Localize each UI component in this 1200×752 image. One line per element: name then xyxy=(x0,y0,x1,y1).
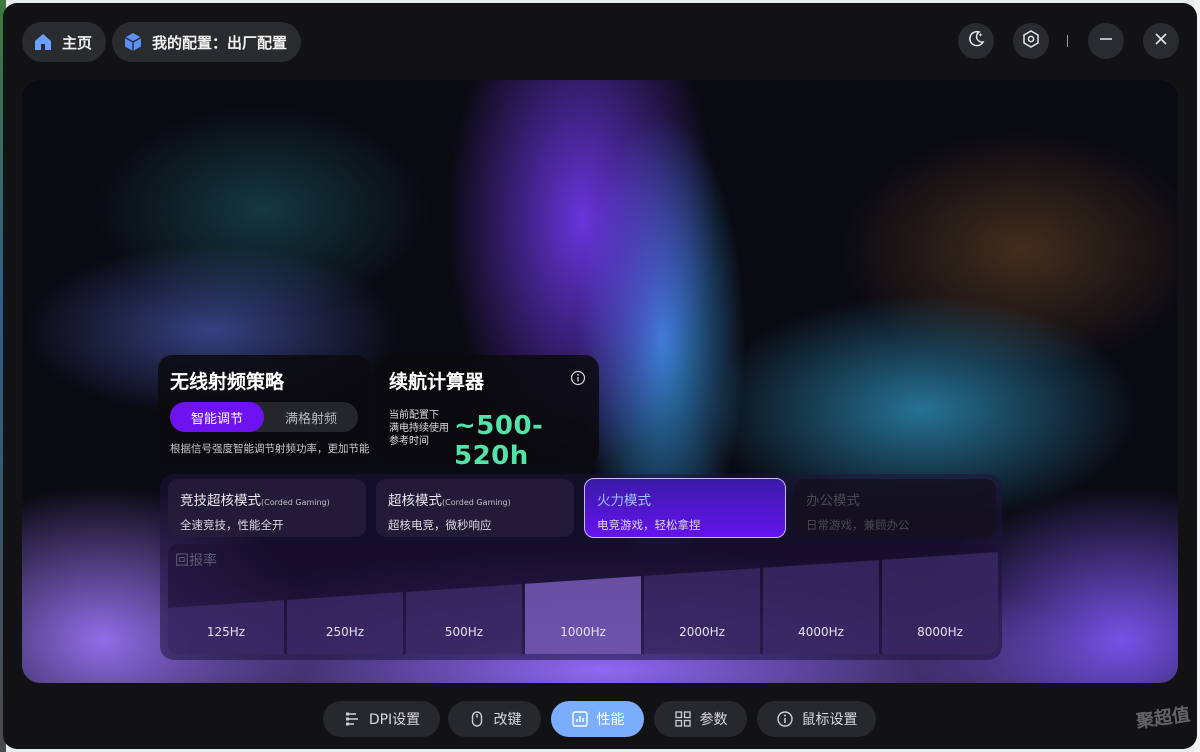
polling-rate-option[interactable] xyxy=(287,592,403,654)
nav-label: 参数 xyxy=(699,712,728,728)
rf-description: 根据信号强度智能调节射频功率，更加节能 xyxy=(170,443,370,455)
settings-button[interactable] xyxy=(1013,23,1049,59)
polling-rate-label: 250Hz xyxy=(326,625,364,639)
polling-rate-option[interactable] xyxy=(525,576,641,654)
performance-chart-icon xyxy=(571,710,589,728)
mode-tag: (Corded Gaming) xyxy=(442,498,511,507)
rf-card-title: 无线射频策略 xyxy=(170,371,285,393)
theme-toggle-button[interactable] xyxy=(958,23,994,59)
nav-mouse-settings[interactable]: 鼠标设置 xyxy=(757,701,876,737)
mode-title: 办公模式 xyxy=(806,493,860,509)
polling-rate-section: 回报率 125Hz 250Hz 500Hz 1000Hz 2000Hz 4000Hz 800… xyxy=(168,544,998,654)
mode-desc: 全速竞技，性能全开 xyxy=(180,518,284,532)
minimize-icon xyxy=(1098,31,1114,51)
grid-icon xyxy=(674,710,692,728)
home-button[interactable]: 主页 xyxy=(22,22,107,62)
battery-card-title: 续航计算器 xyxy=(389,371,485,393)
polling-rate-option[interactable] xyxy=(644,568,760,654)
polling-rate-label: 2000Hz xyxy=(679,625,725,639)
polling-rate-label: 1000Hz xyxy=(560,625,606,639)
nav-label: 改键 xyxy=(493,712,522,728)
dpi-sliders-icon xyxy=(343,710,361,728)
battery-line: 满电持续使用 xyxy=(389,423,449,434)
battery-calculator-card: 续航计算器 当前配置下 满电持续使用 参考时间 ~500-520h xyxy=(377,355,599,471)
mode-title: 火力模式 xyxy=(597,493,651,509)
mode-tag: (Corded Gaming) xyxy=(261,498,330,507)
battery-line: 参考时间 xyxy=(389,436,429,447)
polling-rate-selector: 125Hz 250Hz 500Hz 1000Hz 2000Hz 4000Hz 8000Hz xyxy=(168,552,998,654)
info-icon[interactable] xyxy=(570,370,586,386)
battery-context: 当前配置下 满电持续使用 参考时间 xyxy=(389,409,449,448)
mode-desc: 日常游戏，兼顾办公 xyxy=(806,518,910,532)
polling-rate-label: 8000Hz xyxy=(917,625,963,639)
performance-panel: 竞技超核模式(Corded Gaming) 全速竞技，性能全开 超核模式(Cor… xyxy=(160,474,1002,660)
nav-parameters[interactable]: 参数 xyxy=(654,701,747,737)
polling-rate-option[interactable] xyxy=(406,584,522,654)
divider xyxy=(1067,35,1068,47)
mode-ultra[interactable]: 超核模式(Corded Gaming) 超核电竞，微秒响应 xyxy=(376,479,574,537)
rf-option-smart[interactable]: 智能调节 xyxy=(170,402,264,432)
nav-label: DPI设置 xyxy=(368,712,421,728)
battery-runtime: ~500-520h xyxy=(454,411,544,471)
polling-rate-label: 125Hz xyxy=(207,625,245,639)
watermark-logo: 聚超值 xyxy=(1135,704,1192,733)
home-label: 主页 xyxy=(62,33,93,52)
rf-option-full[interactable]: 满格射频 xyxy=(264,402,358,432)
mouse-icon xyxy=(468,710,486,728)
nav-dpi-settings[interactable]: DPI设置 xyxy=(323,701,440,737)
nav-remap[interactable]: 改键 xyxy=(448,701,541,737)
polling-rate-label: 500Hz xyxy=(445,625,483,639)
home-icon xyxy=(32,31,54,53)
close-button[interactable] xyxy=(1143,23,1179,59)
mode-corded-ultra[interactable]: 竞技超核模式(Corded Gaming) 全速竞技，性能全开 xyxy=(168,479,366,537)
mode-title: 超核模式 xyxy=(388,493,442,509)
mode-title: 竞技超核模式 xyxy=(180,493,261,509)
info-icon xyxy=(776,710,794,728)
mode-desc: 电竞游戏，轻松拿捏 xyxy=(597,518,701,532)
cube-icon xyxy=(122,31,144,53)
mode-office[interactable]: 办公模式 日常游戏，兼顾办公 xyxy=(794,479,996,537)
polling-rate-label: 4000Hz xyxy=(798,625,844,639)
close-icon xyxy=(1153,31,1169,51)
app-window: 主页 我的配置：出厂配置 无线射频策略 智能调节 满格射频 根据信号强度智能调节… xyxy=(3,3,1197,749)
mode-desc: 超核电竞，微秒响应 xyxy=(388,518,492,532)
nav-performance[interactable]: 性能 xyxy=(551,701,644,737)
battery-line: 当前配置下 xyxy=(389,410,439,421)
nav-label: 性能 xyxy=(596,712,625,728)
profile-button[interactable]: 我的配置：出厂配置 xyxy=(112,22,302,62)
mode-firepower[interactable]: 火力模式 电竞游戏，轻松拿捏 xyxy=(584,478,786,538)
rf-strategy-card: 无线射频策略 智能调节 满格射频 根据信号强度智能调节射频功率，更加节能 xyxy=(158,355,370,465)
nav-label: 鼠标设置 xyxy=(801,712,858,728)
rf-mode-toggle: 智能调节 满格射频 xyxy=(170,402,358,432)
minimize-button[interactable] xyxy=(1088,23,1124,59)
moon-icon xyxy=(966,29,986,53)
polling-rate-option[interactable] xyxy=(763,560,879,654)
profile-label: 我的配置：出厂配置 xyxy=(152,33,288,52)
settings-hex-icon xyxy=(1021,29,1041,53)
